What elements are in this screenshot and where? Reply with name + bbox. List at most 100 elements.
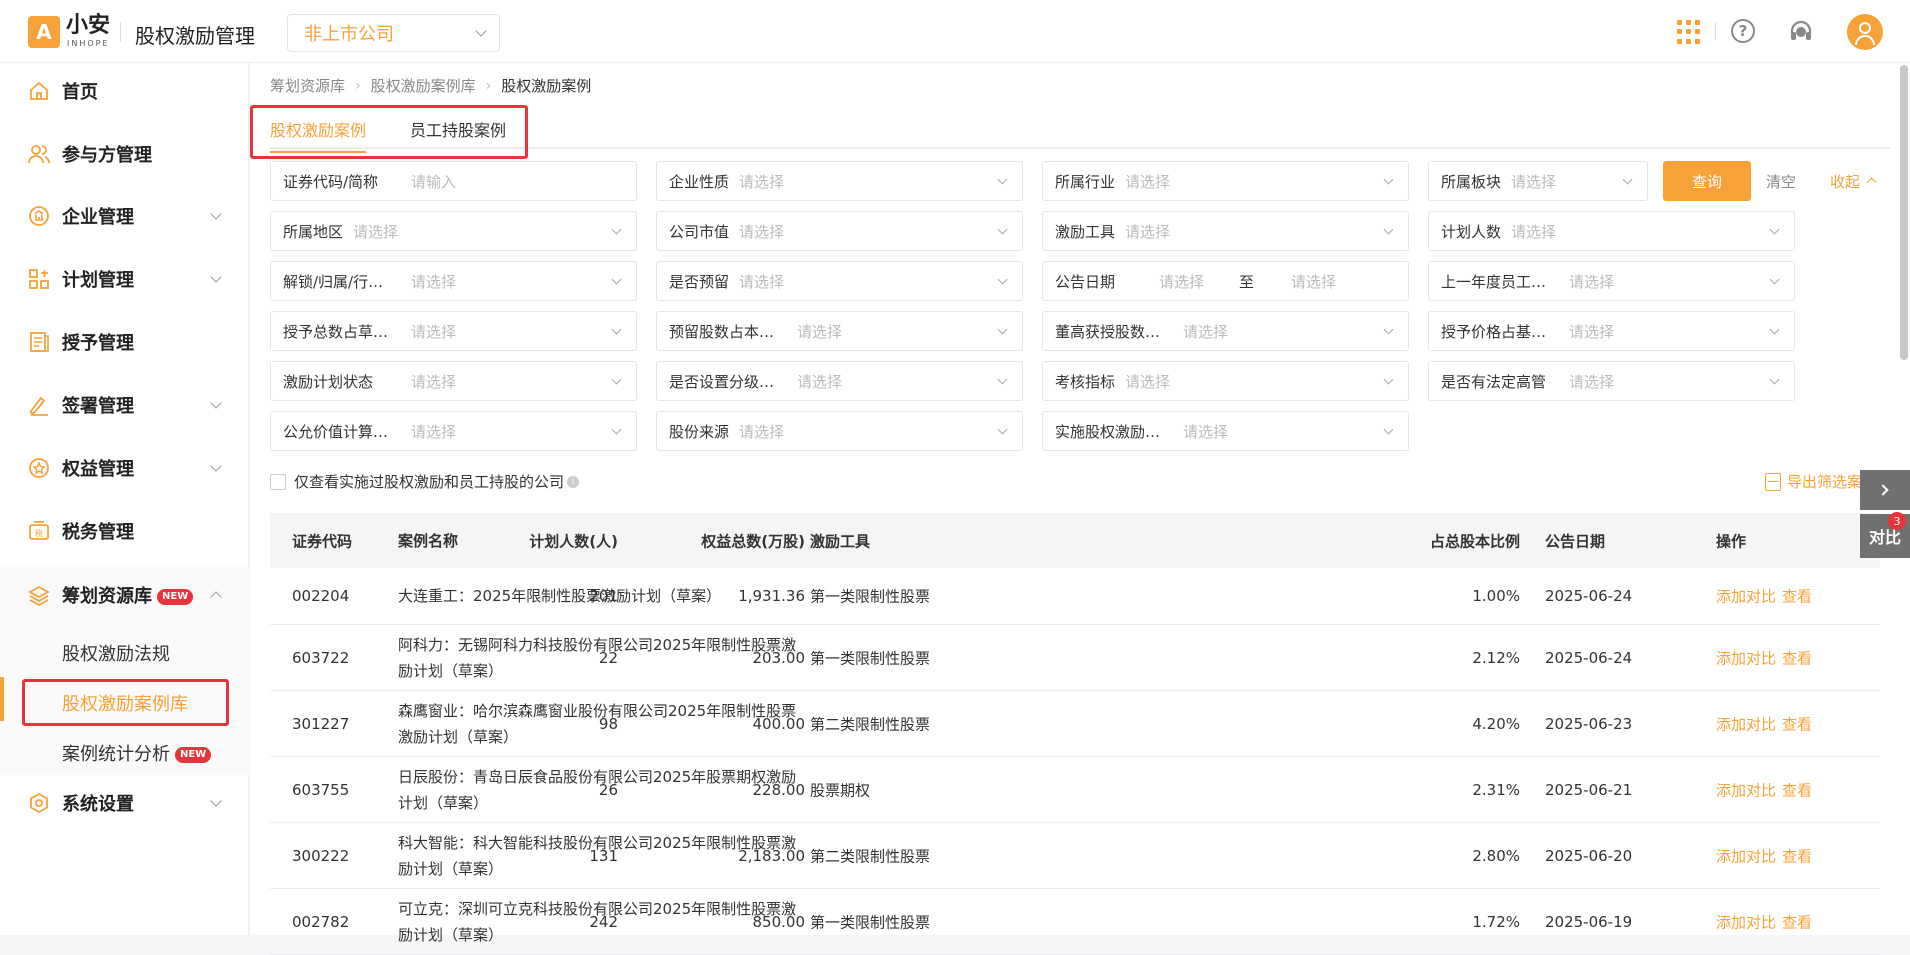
filter-placeholder: 请选择: [1511, 222, 1557, 241]
col-header-date: 公告日期: [1545, 532, 1606, 550]
filter-region[interactable]: 所属地区 请选择: [270, 211, 637, 251]
view-link[interactable]: 查看: [1782, 588, 1812, 606]
cell-tool: 第二类限制性股票: [810, 847, 931, 865]
col-header-tool: 激励工具: [810, 532, 871, 550]
sidebar-item-tax[interactable]: 税 税务管理: [0, 503, 249, 559]
view-link[interactable]: 查看: [1782, 715, 1812, 733]
company-type-select[interactable]: 非上市公司: [287, 14, 500, 52]
cell-date: 2025-06-23: [1545, 714, 1633, 733]
add-compare-link[interactable]: 添加对比: [1716, 781, 1776, 799]
tab-equity-cases[interactable]: 股权激励案例: [270, 117, 367, 153]
checkbox-box[interactable]: [270, 473, 286, 490]
logo-subtitle: INHOPE: [67, 39, 110, 48]
view-link[interactable]: 查看: [1782, 847, 1812, 865]
filter-assessment[interactable]: 考核指标 请选择: [1042, 361, 1409, 401]
sidebar-item-sign[interactable]: 签署管理: [0, 377, 249, 433]
filter-fair-value[interactable]: 公允价值计算… 请选择: [270, 411, 637, 451]
compare-float-button[interactable]: 对比 3: [1860, 512, 1910, 558]
filter-placeholder: 请选择: [1125, 222, 1171, 241]
collapse-button[interactable]: 收起: [1830, 171, 1877, 192]
chevron-down-icon: [210, 271, 222, 283]
filter-label: 证券代码/简称: [283, 172, 379, 191]
add-compare-link[interactable]: 添加对比: [1716, 649, 1776, 667]
filter-label: 公司市值: [669, 222, 730, 241]
filter-announce-date[interactable]: 公告日期 请选择 至 请选择: [1042, 261, 1409, 301]
filter-executive-shares[interactable]: 董高获授股数… 请选择: [1042, 311, 1409, 351]
sidebar-subitem-regulations[interactable]: 股权激励法规: [62, 640, 170, 666]
add-compare-link[interactable]: 添加对比: [1716, 588, 1776, 606]
help-icon[interactable]: ?: [1731, 19, 1755, 43]
filter-board[interactable]: 所属板块 请选择: [1428, 161, 1648, 201]
filter-enterprise-nature[interactable]: 企业性质 请选择: [656, 161, 1023, 201]
clear-button[interactable]: 清空: [1766, 171, 1796, 192]
chevron-down-icon: [997, 324, 1008, 335]
cell-code: 301227: [292, 714, 350, 733]
filter-label: 考核指标: [1055, 372, 1116, 391]
info-icon[interactable]: i: [567, 475, 580, 488]
breadcrumb-item[interactable]: 股权激励案例库: [371, 75, 476, 96]
filter-industry[interactable]: 所属行业 请选择: [1042, 161, 1409, 201]
sidebar-item-settings[interactable]: 系统设置: [0, 775, 249, 831]
date-start-placeholder[interactable]: 请选择: [1159, 271, 1204, 292]
sidebar-item-label: 系统设置: [62, 794, 134, 815]
date-end-placeholder[interactable]: 请选择: [1291, 271, 1336, 292]
filter-unlock-period[interactable]: 解锁/归属/行… 请选择: [270, 261, 637, 301]
cell-ratio: 4.20%: [1472, 714, 1520, 733]
vertical-scrollbar[interactable]: [1900, 65, 1908, 360]
sidebar-item-plan[interactable]: 计划管理: [0, 251, 249, 307]
query-button[interactable]: 查询: [1663, 161, 1751, 201]
svg-text:税: 税: [35, 528, 43, 538]
date-range-separator: 至: [1239, 272, 1255, 291]
filter-placeholder: 请输入: [411, 172, 457, 191]
breadcrumb-item[interactable]: 筹划资源库: [270, 75, 345, 96]
customer-service-icon[interactable]: [1788, 19, 1814, 45]
filter-plan-count[interactable]: 计划人数 请选择: [1428, 211, 1795, 251]
filter-legal-executives[interactable]: 是否有法定高管 请选择: [1428, 361, 1795, 401]
sidebar-item-home[interactable]: 首页: [0, 63, 249, 119]
user-avatar[interactable]: [1847, 14, 1883, 50]
tab-employee-stock-cases[interactable]: 员工持股案例: [410, 117, 506, 141]
filter-placeholder: 请选择: [739, 422, 785, 441]
filter-implement-incentive[interactable]: 实施股权激励… 请选择: [1042, 411, 1409, 451]
view-link[interactable]: 查看: [1782, 781, 1812, 799]
float-expand-button[interactable]: [1860, 470, 1910, 510]
sidebar-subitem-case-stats[interactable]: 案例统计分析 NEW: [62, 740, 212, 766]
filter-last-year-employees[interactable]: 上一年度员工… 请选择: [1428, 261, 1795, 301]
chevron-down-icon: [611, 224, 622, 235]
add-compare-link[interactable]: 添加对比: [1716, 847, 1776, 865]
chevron-down-icon: [1769, 274, 1780, 285]
filter-tiered[interactable]: 是否设置分级… 请选择: [656, 361, 1023, 401]
implemented-only-checkbox[interactable]: 仅查看实施过股权激励和员工持股的公司 i: [270, 471, 580, 492]
filter-reserved-ratio[interactable]: 预留股数占本… 请选择: [656, 311, 1023, 351]
filter-stock-code[interactable]: 证券代码/简称 请输入: [270, 161, 637, 201]
sidebar-item-participants[interactable]: 参与方管理: [0, 126, 249, 182]
filter-placeholder: 请选择: [1569, 322, 1615, 341]
chevron-down-icon: [475, 25, 487, 37]
add-compare-link[interactable]: 添加对比: [1716, 913, 1776, 931]
chevron-down-icon: [1622, 174, 1633, 185]
filter-placeholder: 请选择: [353, 222, 399, 241]
filter-plan-status[interactable]: 激励计划状态 请选择: [270, 361, 637, 401]
filter-incentive-tool[interactable]: 激励工具 请选择: [1042, 211, 1409, 251]
filter-share-source[interactable]: 股份来源 请选择: [656, 411, 1023, 451]
layers-icon: [28, 584, 50, 606]
filter-market-cap[interactable]: 公司市值 请选择: [656, 211, 1023, 251]
sidebar-item-grant[interactable]: 授予管理: [0, 314, 249, 370]
table-row: 301227 森鹰窗业：哈尔滨森鹰窗业股份有限公司2025年限制性股票激励计划（…: [270, 691, 1880, 757]
chevron-down-icon: [997, 174, 1008, 185]
chevron-right-icon: ›: [355, 77, 361, 94]
filter-grant-total-ratio[interactable]: 授予总数占草… 请选择: [270, 311, 637, 351]
sidebar-item-equity[interactable]: 权益管理: [0, 440, 249, 496]
cell-count: 131: [589, 846, 618, 865]
filter-grant-price-ratio[interactable]: 授予价格占基… 请选择: [1428, 311, 1795, 351]
sidebar-item-company[interactable]: 企业管理: [0, 188, 249, 244]
filter-reserved[interactable]: 是否预留 请选择: [656, 261, 1023, 301]
add-compare-link[interactable]: 添加对比: [1716, 715, 1776, 733]
new-badge: NEW: [157, 589, 194, 605]
view-link[interactable]: 查看: [1782, 913, 1812, 931]
sidebar-subitem-case-library[interactable]: 股权激励案例库: [62, 690, 188, 716]
filter-label: 预留股数占本…: [669, 322, 775, 341]
apps-grid-icon[interactable]: [1676, 20, 1700, 44]
view-link[interactable]: 查看: [1782, 649, 1812, 667]
sidebar-item-resources[interactable]: 筹划资源库 NEW: [0, 567, 249, 623]
